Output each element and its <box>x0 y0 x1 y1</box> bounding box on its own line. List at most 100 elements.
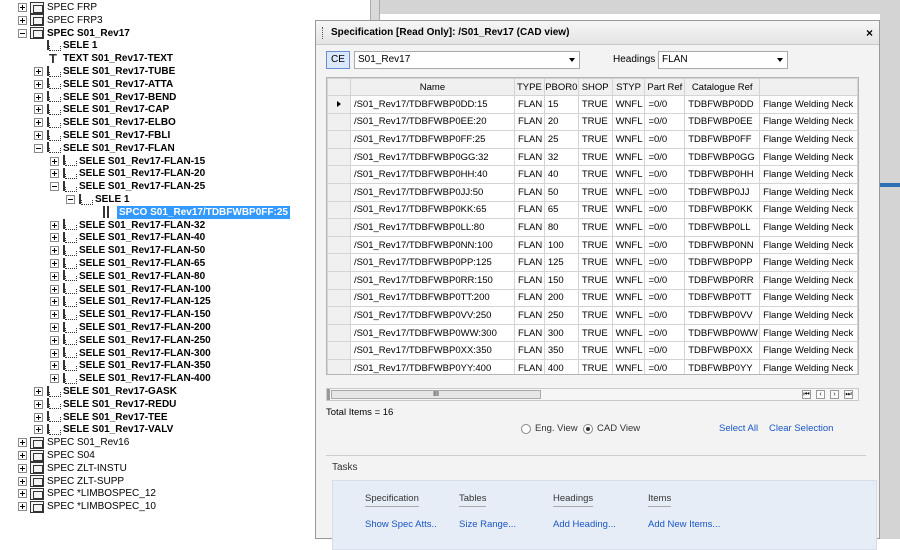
collapse-icon[interactable] <box>18 28 27 38</box>
row-header[interactable] <box>327 306 351 325</box>
tree-node[interactable]: SELE S01_Rev17-FLAN-200 <box>50 321 211 334</box>
table-row[interactable]: /S01_Rev17/TDBFWBP0NN:100 FLAN 100 TRUE WNFL… <box>327 235 858 255</box>
table-cell[interactable]: TRUE <box>577 323 613 343</box>
row-header[interactable] <box>327 253 351 272</box>
table-cell[interactable]: =0/0 <box>644 95 686 114</box>
table-cell[interactable]: TDBFWBP0WW <box>684 323 761 343</box>
table-cell[interactable]: TRUE <box>577 270 613 290</box>
table-cell[interactable]: =0/0 <box>644 182 686 202</box>
radio-unchecked-icon[interactable] <box>521 423 531 434</box>
last-page-icon[interactable]: ⏭ <box>844 390 853 399</box>
tree-node[interactable]: SELE S01_Rev17-FLAN-80 <box>50 270 205 283</box>
scroll-thumb[interactable]: III <box>331 390 541 399</box>
table-cell[interactable]: TDBFWBP0RR <box>684 270 761 290</box>
table-cell[interactable]: FLAN <box>513 182 545 202</box>
table-cell[interactable]: Flange Welding Neck <box>759 358 858 374</box>
expand-icon[interactable] <box>50 361 59 371</box>
table-cell[interactable]: WNFL <box>611 323 646 343</box>
table-cell[interactable]: WNFL <box>611 288 646 308</box>
expand-icon[interactable] <box>50 310 59 320</box>
collapse-icon[interactable] <box>66 195 75 204</box>
table-row[interactable]: /S01_Rev17/TDBFWBP0YY:400 FLAN 400 TRUE WNFL… <box>327 358 858 374</box>
row-header[interactable] <box>327 147 351 167</box>
add-new-items-link[interactable]: Add New Items... <box>648 519 720 530</box>
table-cell[interactable]: =0/0 <box>644 147 686 167</box>
tree-node[interactable]: SELE S01_Rev17-FLAN-250 <box>50 334 211 347</box>
table-cell[interactable]: Flange Welding Neck <box>759 182 858 202</box>
table-cell[interactable]: TDBFWBP0VV <box>684 306 761 325</box>
table-cell[interactable]: TRUE <box>577 306 613 325</box>
tree-node[interactable]: SELE S01_Rev17-FLAN-50 <box>50 244 205 257</box>
expand-icon[interactable] <box>18 489 27 499</box>
table-cell[interactable]: 80 <box>543 218 579 237</box>
table-cell[interactable]: /S01_Rev17/TDBFWBP0LL:80 <box>349 218 515 237</box>
table-cell[interactable]: TDBFWBP0FF <box>684 130 761 149</box>
tree-node[interactable]: SPEC ZLT-INSTU <box>18 462 127 475</box>
table-cell[interactable]: FLAN <box>513 200 545 220</box>
table-cell[interactable]: /S01_Rev17/TDBFWBP0JJ:50 <box>349 182 515 202</box>
tree-node[interactable]: SELE S01_Rev17-FLAN-65 <box>50 257 205 270</box>
table-cell[interactable]: WNFL <box>611 358 646 374</box>
row-header[interactable] <box>327 165 351 184</box>
tree-node[interactable]: SELE S01_Rev17-TUBE <box>34 65 175 78</box>
table-row[interactable]: /S01_Rev17/TDBFWBP0FF:25 FLAN 25 TRUE WNFL =0… <box>327 130 858 149</box>
expand-icon[interactable] <box>50 259 59 268</box>
table-cell[interactable]: TDBFWBP0NN <box>684 235 761 255</box>
table-cell[interactable]: =0/0 <box>644 112 686 132</box>
table-cell[interactable]: =0/0 <box>644 218 686 237</box>
first-page-icon[interactable]: ⏮ <box>802 390 811 399</box>
table-cell[interactable]: 125 <box>543 253 579 272</box>
expand-icon[interactable] <box>50 246 59 256</box>
expand-icon[interactable] <box>18 15 27 25</box>
table-cell[interactable]: Flange Welding Neck <box>759 218 858 237</box>
table-cell[interactable]: TRUE <box>577 358 613 374</box>
table-cell[interactable]: 15 <box>543 95 579 114</box>
table-cell[interactable]: 65 <box>543 200 579 220</box>
table-cell[interactable]: =0/0 <box>644 358 686 374</box>
row-header[interactable] <box>327 112 351 132</box>
table-cell[interactable]: WNFL <box>611 306 646 325</box>
column-header[interactable]: Catalogue Ref <box>684 78 761 96</box>
table-row[interactable]: /S01_Rev17/TDBFWBP0RR:150 FLAN 150 TRUE WNFL… <box>327 270 858 290</box>
table-cell[interactable]: FLAN <box>513 147 545 167</box>
tree-node[interactable]: SPEC FRP3 <box>18 14 103 27</box>
table-row[interactable]: /S01_Rev17/TDBFWBP0WW:300 FLAN 300 TRUE WNFL… <box>327 323 858 343</box>
dialog-title-bar[interactable]: Specification [Read Only]: /S01_Rev17 (C… <box>316 21 879 45</box>
expand-icon[interactable] <box>34 92 43 102</box>
expand-icon[interactable] <box>34 412 43 422</box>
table-cell[interactable]: TDBFWBP0KK <box>684 200 761 220</box>
table-cell[interactable]: FLAN <box>513 253 545 272</box>
tree-node[interactable]: SPCO S01_Rev17/TDBFWBP0FF:25 <box>88 205 290 219</box>
table-cell[interactable]: FLAN <box>513 323 545 343</box>
table-cell[interactable]: FLAN <box>513 358 545 374</box>
table-cell[interactable]: /S01_Rev17/TDBFWBP0GG:32 <box>349 147 515 167</box>
table-row[interactable]: /S01_Rev17/TDBFWBP0GG:32 FLAN 32 TRUE WNFL =0… <box>327 147 858 167</box>
table-cell[interactable]: TRUE <box>577 341 613 360</box>
dropdown-arrow-icon[interactable] <box>569 58 575 62</box>
table-cell[interactable]: TDBFWBP0TT <box>684 288 761 308</box>
expand-icon[interactable] <box>18 451 27 460</box>
table-cell[interactable]: WNFL <box>611 200 646 220</box>
tree-node[interactable]: SPEC ZLT-SUPP <box>18 475 124 488</box>
table-cell[interactable]: WNFL <box>611 218 646 237</box>
table-cell[interactable]: 50 <box>543 182 579 202</box>
current-row-arrow-icon[interactable] <box>327 95 351 114</box>
table-cell[interactable]: FLAN <box>513 165 545 184</box>
table-cell[interactable]: TDBFWBP0HH <box>684 165 761 184</box>
table-cell[interactable]: /S01_Rev17/TDBFWBP0WW:300 <box>349 323 515 343</box>
table-cell[interactable]: TDBFWBP0PP <box>684 253 761 272</box>
table-cell[interactable]: 300 <box>543 323 579 343</box>
row-header[interactable] <box>327 218 351 237</box>
table-cell[interactable]: TDBFWBP0JJ <box>684 182 761 202</box>
tree-node[interactable]: SELE S01_Rev17-FLAN-32 <box>50 219 205 232</box>
cad-view-radio[interactable]: CAD View <box>583 423 640 434</box>
table-row[interactable]: /S01_Rev17/TDBFWBP0EE:20 FLAN 20 TRUE WNFL =0… <box>327 112 858 132</box>
expand-icon[interactable] <box>34 387 43 396</box>
expand-icon[interactable] <box>18 438 27 448</box>
tree-node[interactable]: SELE S01_Rev17-FLAN-150 <box>50 308 211 321</box>
expand-icon[interactable] <box>50 297 59 307</box>
tree-node[interactable]: SELE S01_Rev17-GASK <box>34 385 177 398</box>
table-cell[interactable]: WNFL <box>611 95 646 114</box>
expand-icon[interactable] <box>18 463 27 473</box>
row-header[interactable] <box>327 270 351 290</box>
